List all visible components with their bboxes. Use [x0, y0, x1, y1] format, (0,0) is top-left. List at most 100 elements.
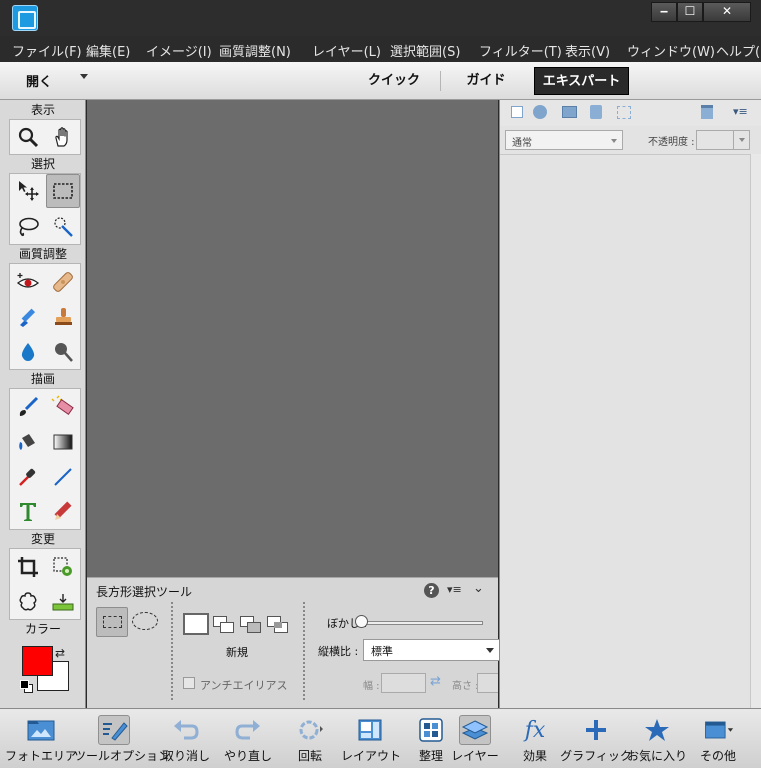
blend-mode-select[interactable]: 通常 — [505, 130, 623, 150]
open-button[interactable]: 開く — [26, 71, 52, 90]
canvas-area[interactable] — [87, 100, 498, 577]
lock-icon[interactable] — [590, 105, 602, 119]
tool-options-icon — [98, 715, 130, 745]
quick-selection-icon[interactable] — [46, 210, 80, 244]
more-button[interactable]: その他 — [686, 709, 750, 767]
lock-transparency-icon[interactable] — [617, 106, 631, 119]
rectangular-marquee-icon[interactable] — [46, 174, 80, 208]
collapse-chevron-icon[interactable]: ⌄ — [473, 581, 484, 596]
type-tool-icon[interactable] — [11, 495, 45, 529]
aspect-ratio-select[interactable]: 標準 — [363, 639, 503, 661]
section-draw-label: 描画 — [30, 372, 55, 386]
menu-layer[interactable]: レイヤー(L) — [312, 41, 381, 60]
tool-options-title: 長方形選択ツール — [96, 585, 193, 599]
width-label: 幅 : — [363, 681, 380, 692]
selection-mode-label: 新規 — [226, 646, 248, 659]
eraser-tool-icon[interactable] — [46, 390, 80, 424]
tab-quick[interactable]: クイック — [350, 67, 438, 95]
eyedropper-icon[interactable] — [11, 460, 45, 494]
menu-help[interactable]: ヘルプ( — [716, 41, 760, 60]
adjustment-layer-icon[interactable] — [533, 105, 547, 119]
paint-bucket-icon[interactable] — [11, 425, 45, 459]
menu-select[interactable]: 選択範囲(S) — [390, 41, 460, 60]
line-tool-icon[interactable] — [46, 460, 80, 494]
layer-mask-icon[interactable] — [562, 106, 577, 118]
new-layer-icon[interactable] — [511, 106, 523, 118]
sponge-tool-icon[interactable] — [46, 335, 80, 369]
layers-scrollbar[interactable] — [750, 154, 761, 708]
chevron-down-icon — [486, 648, 494, 653]
gradient-tool-icon[interactable] — [46, 425, 80, 459]
smart-brush-icon[interactable] — [11, 300, 45, 334]
new-selection-button[interactable] — [183, 613, 209, 635]
spot-healing-icon[interactable] — [46, 265, 80, 299]
width-input[interactable] — [381, 673, 426, 693]
menu-window[interactable]: ウィンドウ(W) — [627, 41, 715, 60]
menu-filter[interactable]: フィルター(T) — [479, 41, 562, 60]
crop-tool-icon[interactable] — [11, 550, 45, 584]
lasso-tool-icon[interactable] — [11, 210, 45, 244]
cookie-cutter-icon[interactable] — [11, 585, 45, 619]
fx-icon: fx — [524, 717, 546, 743]
feather-slider-handle[interactable] — [355, 615, 368, 628]
undo-icon — [170, 715, 202, 745]
add-selection-button[interactable] — [213, 616, 235, 634]
section-enhance-label: 画質調整 — [18, 247, 67, 261]
options-divider-2 — [303, 602, 305, 700]
window-icon — [702, 715, 734, 745]
menu-view[interactable]: 表示(V) — [565, 41, 610, 60]
straighten-tool-icon[interactable] — [46, 585, 80, 619]
star-icon — [641, 715, 673, 745]
elliptical-marquee-option[interactable] — [132, 612, 158, 630]
subtract-selection-button[interactable] — [240, 616, 262, 634]
open-dropdown-icon[interactable] — [80, 74, 88, 79]
menu-enhance[interactable]: 画質調整(N) — [219, 41, 291, 60]
minimize-button[interactable]: ‒ — [651, 2, 677, 22]
panel-menu-icon[interactable]: ▾≡ — [733, 105, 748, 118]
height-input[interactable] — [477, 673, 498, 693]
tab-expert[interactable]: エキスパート — [534, 67, 629, 95]
hand-tool-icon[interactable] — [46, 120, 80, 154]
help-icon[interactable]: ? — [424, 583, 439, 598]
opacity-input[interactable] — [696, 130, 750, 150]
view-tools — [9, 119, 81, 155]
move-tool-icon[interactable] — [11, 174, 45, 208]
options-divider — [171, 602, 173, 700]
menu-bar: ファイル(F) 編集(E) イメージ(I) 画質調整(N) レイヤー(L) 選択… — [0, 36, 761, 62]
menu-file[interactable]: ファイル(F) — [12, 41, 82, 60]
recompose-tool-icon[interactable] — [46, 550, 80, 584]
swap-dimensions-icon[interactable]: ⇄ — [430, 674, 441, 689]
layers-icon — [459, 715, 491, 745]
clone-stamp-icon[interactable] — [46, 300, 80, 334]
maximize-button[interactable]: ☐ — [677, 2, 703, 22]
panel-menu-icon[interactable]: ▾≡ — [447, 583, 462, 596]
default-colors-icon[interactable] — [20, 680, 34, 694]
zoom-tool-icon[interactable] — [11, 120, 45, 154]
menu-edit[interactable]: 編集(E) — [86, 41, 130, 60]
foreground-color-swatch[interactable] — [22, 646, 53, 676]
brush-tool-icon[interactable] — [11, 390, 45, 424]
pencil-tool-icon[interactable] — [46, 495, 80, 529]
tab-guided[interactable]: ガイド — [442, 67, 530, 95]
blur-tool-icon[interactable] — [11, 335, 45, 369]
intersect-selection-button[interactable] — [267, 616, 289, 634]
red-eye-icon[interactable] — [11, 265, 45, 299]
tool-options-panel: 長方形選択ツール ? ▾≡ ⌄ 新規 アンチエイリアス ぼかし : 縦横比 : … — [87, 577, 503, 708]
section-view-label: 表示 — [30, 103, 55, 117]
swap-colors-icon[interactable]: ⇄ — [55, 646, 65, 660]
feather-slider-track[interactable] — [359, 621, 483, 625]
app-icon — [12, 5, 38, 31]
layers-list[interactable] — [500, 154, 750, 708]
photo-bin-button[interactable]: フォトエリア — [5, 709, 77, 767]
enhance-tools — [9, 263, 81, 370]
select-tools — [9, 173, 81, 245]
layers-panel: ▾≡ 通常 不透明度 : — [499, 100, 761, 708]
rect-marquee-option[interactable] — [96, 607, 128, 637]
close-button[interactable]: ✕ — [703, 2, 751, 22]
menu-image[interactable]: イメージ(I) — [146, 41, 212, 60]
section-select-label: 選択 — [30, 157, 55, 171]
delete-layer-icon[interactable] — [701, 105, 713, 119]
antialias-checkbox[interactable] — [183, 677, 195, 689]
chevron-down-icon — [739, 138, 745, 142]
tool-options-button[interactable]: ツールオプション — [74, 709, 170, 767]
